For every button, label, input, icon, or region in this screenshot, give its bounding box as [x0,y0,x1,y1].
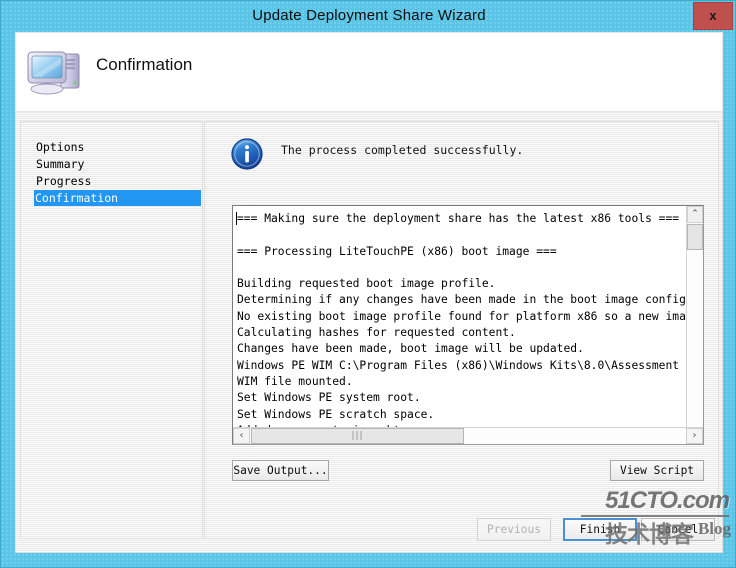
sidebar-item-summary[interactable]: Summary [35,156,200,172]
wizard-header: Confirmation [15,32,723,112]
sidebar-item-progress[interactable]: Progress [35,173,200,189]
computer-icon [24,42,86,100]
vertical-scroll-thumb[interactable] [687,224,703,250]
wizard-footer: Previous Finish Cancel [16,507,724,552]
text-caret [236,212,237,225]
status-message: The process completed successfully. [281,143,524,157]
status-message-row: The process completed successfully. [205,134,720,178]
save-output-button[interactable]: Save Output... [232,460,329,481]
wizard-body: Options Summary Progress Confirmation Th… [15,112,723,553]
horizontal-scrollbar[interactable]: ‹ ||| › [233,427,703,444]
info-icon [231,138,263,170]
finish-button[interactable]: Finish [563,518,637,541]
sidebar-item-confirmation[interactable]: Confirmation [34,190,201,206]
scroll-up-icon[interactable]: ⌃ [687,206,703,223]
sidebar-item-options[interactable]: Options [35,139,200,155]
scroll-right-icon[interactable]: › [686,428,703,444]
view-script-button[interactable]: View Script [610,460,704,481]
wizard-content-panel: The process completed successfully. === … [204,121,719,539]
close-button[interactable]: x [693,2,733,30]
scroll-left-icon[interactable]: ‹ [233,428,250,444]
horizontal-scroll-thumb[interactable]: ||| [251,428,464,444]
window-title: Update Deployment Share Wizard [252,7,486,24]
cancel-button[interactable]: Cancel [641,518,715,541]
page-title: Confirmation [96,55,193,74]
vertical-scrollbar[interactable]: ⌃ ⌄ [686,206,703,444]
log-output-box[interactable]: === Making sure the deployment share has… [232,205,704,445]
wizard-window: Update Deployment Share Wizard x Confirm… [0,0,736,568]
wizard-step-list: Options Summary Progress Confirmation [20,121,203,539]
title-bar: Update Deployment Share Wizard x [1,1,736,31]
log-output-text: === Making sure the deployment share has… [237,212,703,444]
previous-button[interactable]: Previous [477,518,551,541]
